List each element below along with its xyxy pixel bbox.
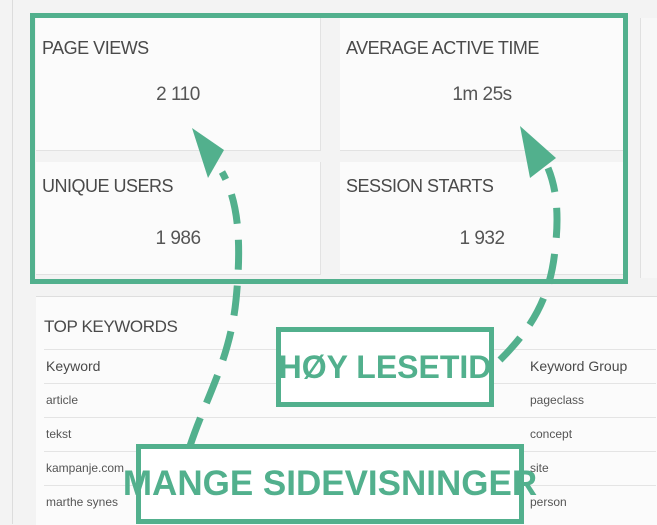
metric-value: 2 110 xyxy=(156,84,200,105)
keyword-cell: tekst xyxy=(46,427,72,441)
metric-page-views: PAGE VIEWS 2 110 xyxy=(36,18,321,151)
divider xyxy=(12,0,13,524)
table-row[interactable]: article pageclass xyxy=(44,383,656,418)
metric-value: 1m 25s xyxy=(452,84,512,105)
keyword-cell: kampanje.com xyxy=(46,461,125,475)
keyword-group-cell: concept xyxy=(530,427,573,441)
dashboard-page: PAGE VIEWS 2 110 AVERAGE ACTIVE TIME 1m … xyxy=(0,0,657,525)
metric-unique-users: UNIQUE USERS 1 986 xyxy=(36,162,321,275)
keyword-cell: article xyxy=(46,393,79,407)
metric-value: 1 932 xyxy=(459,228,505,249)
metric-label: PAGE VIEWS xyxy=(42,38,149,58)
table-header-row: Keyword Keyword Group xyxy=(44,349,656,384)
metric-label: UNIQUE USERS xyxy=(42,176,174,196)
table-row[interactable]: tekst concept xyxy=(44,417,656,452)
metric-label: SESSION STARTS xyxy=(346,176,494,196)
column-header-keyword-group: Keyword Group xyxy=(530,358,628,374)
metric-value: 1 986 xyxy=(155,228,201,249)
side-panel-edge xyxy=(640,18,657,278)
table-row[interactable]: marthe synes person xyxy=(44,485,656,520)
top-keywords-table: TOP KEYWORDS Keyword Keyword Group artic… xyxy=(36,296,657,525)
metric-average-active-time: AVERAGE ACTIVE TIME 1m 25s xyxy=(340,18,625,151)
keyword-group-cell: pageclass xyxy=(530,393,585,407)
metric-label: AVERAGE ACTIVE TIME xyxy=(346,38,539,58)
column-header-keyword: Keyword xyxy=(46,358,101,374)
table-row[interactable]: kampanje.com site xyxy=(44,451,656,486)
keyword-group-cell: person xyxy=(530,495,567,509)
keyword-group-cell: site xyxy=(530,461,549,475)
metric-session-starts: SESSION STARTS 1 932 xyxy=(340,162,625,275)
keyword-cell: marthe synes xyxy=(46,495,119,509)
table-title: TOP KEYWORDS xyxy=(44,317,178,336)
